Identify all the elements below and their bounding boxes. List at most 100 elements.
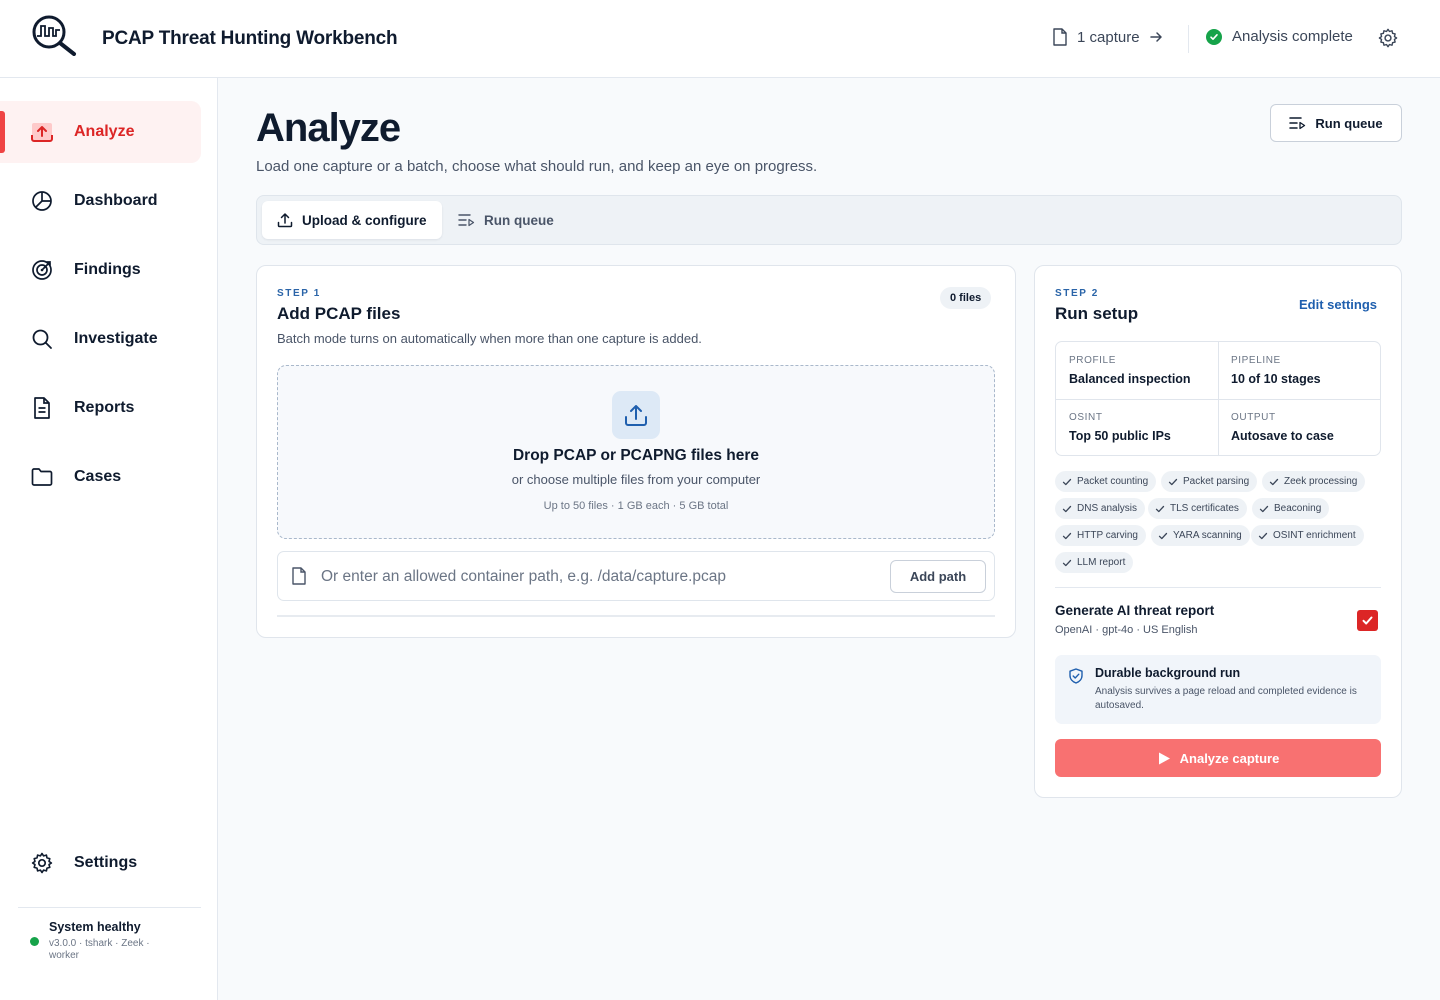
sidebar-divider: [18, 907, 201, 908]
check-icon: [1158, 532, 1168, 539]
step2-card: STEP 2 Run setup Edit settings PROFILE B…: [1034, 265, 1402, 798]
stage-chip-label: TLS certificates: [1170, 503, 1239, 514]
sidebar-item-label: Dashboard: [74, 192, 158, 209]
step1-title: Add PCAP files: [277, 304, 401, 323]
files-count-badge: 0 files: [940, 287, 992, 309]
sidebar-item-label: Investigate: [74, 330, 158, 347]
step1-label: STEP 1: [277, 288, 321, 299]
step1-card: STEP 1 Add PCAP files Batch mode turns o…: [256, 265, 1016, 638]
output-summary: OUTPUT Autosave to case: [1218, 399, 1380, 456]
stage-chip-label: HTTP carving: [1077, 530, 1138, 541]
target-icon: [30, 258, 54, 282]
sidebar-item-analyze[interactable]: Analyze: [0, 101, 201, 163]
sidebar-item-reports[interactable]: Reports: [0, 377, 201, 439]
sidebar-item-label: Findings: [74, 261, 141, 278]
file-icon: [291, 567, 309, 585]
check-icon: [1155, 505, 1165, 512]
summary-key: OUTPUT: [1231, 412, 1276, 423]
header-settings-gear-icon[interactable]: [1377, 27, 1399, 49]
summary-value: Autosave to case: [1231, 429, 1334, 443]
stage-chip-label: Packet counting: [1077, 476, 1149, 487]
durable-run-title: Durable background run: [1095, 666, 1241, 680]
sidebar-item-settings[interactable]: Settings: [0, 832, 201, 894]
gear-icon: [30, 851, 54, 875]
tab-run-queue[interactable]: Run queue: [443, 201, 569, 239]
ai-report-model-meta: OpenAI · gpt-4o · US English: [1055, 624, 1198, 636]
pipeline-stage-chip: Zeek processing: [1262, 471, 1366, 492]
run-queue-button[interactable]: Run queue: [1270, 104, 1402, 142]
capture-count-link[interactable]: 1 capture: [1052, 28, 1163, 46]
step1-subtitle: Batch mode turns on automatically when m…: [277, 331, 702, 346]
container-path-input[interactable]: [321, 564, 881, 589]
sidebar-item-investigate[interactable]: Investigate: [0, 308, 201, 370]
profile-summary: PROFILE Balanced inspection: [1056, 342, 1218, 399]
queue-list-icon: [1289, 116, 1306, 130]
stage-chip-label: YARA scanning: [1173, 530, 1242, 541]
analysis-status-text: Analysis complete: [1232, 28, 1353, 45]
stage-chip-label: Beaconing: [1274, 503, 1322, 514]
pipeline-stage-chip: Beaconing: [1252, 498, 1330, 519]
tab-upload-configure[interactable]: Upload & configure: [262, 201, 442, 239]
step2-title: Run setup: [1055, 304, 1139, 323]
sidebar-item-label: Cases: [74, 468, 122, 485]
run-queue-button-label: Run queue: [1315, 115, 1383, 131]
summary-key: PROFILE: [1069, 355, 1116, 366]
sidebar-item-dashboard[interactable]: Dashboard: [0, 170, 201, 232]
step2-label: STEP 2: [1055, 288, 1099, 299]
summary-value: Top 50 public IPs: [1069, 429, 1171, 443]
step1-divider: [277, 615, 995, 617]
stage-chip-label: OSINT enrichment: [1273, 530, 1356, 541]
durable-run-text: Analysis survives a page reload and comp…: [1095, 686, 1357, 711]
sidebar-item-cases[interactable]: Cases: [0, 446, 201, 508]
run-setup-summary: PROFILE Balanced inspection PIPELINE 10 …: [1055, 341, 1381, 456]
sidebar-item-findings[interactable]: Findings: [0, 239, 201, 301]
ai-report-checkbox[interactable]: [1357, 610, 1378, 631]
check-icon: [1062, 478, 1072, 485]
edit-settings-link[interactable]: Edit settings: [1299, 297, 1377, 312]
summary-value: 10 of 10 stages: [1231, 372, 1321, 386]
file-dropzone[interactable]: Drop PCAP or PCAPNG files here or choose…: [277, 365, 995, 539]
stage-chip-label: DNS analysis: [1077, 503, 1138, 514]
folder-icon: [30, 465, 54, 489]
capture-count: 1 capture: [1077, 28, 1140, 46]
pipeline-stage-chip: DNS analysis: [1055, 498, 1146, 519]
tab-label: Upload & configure: [302, 212, 427, 228]
pipeline-stage-chip: Packet counting: [1055, 471, 1157, 492]
tab-bar: Upload & configure Run queue: [256, 195, 1402, 245]
app-header: PCAP Threat Hunting Workbench 1 capture …: [0, 0, 1440, 78]
container-path-row: Add path: [277, 551, 995, 601]
analyze-capture-button[interactable]: Analyze capture: [1055, 739, 1381, 777]
upload-icon: [30, 120, 54, 144]
app-title: PCAP Threat Hunting Workbench: [102, 28, 398, 49]
ai-report-title: Generate AI threat report: [1055, 603, 1215, 618]
pipeline-summary: PIPELINE 10 of 10 stages: [1218, 342, 1380, 399]
pipeline-stage-chip: LLM report: [1055, 552, 1134, 573]
system-status-dot: [30, 937, 39, 946]
pipeline-stage-chip: TLS certificates: [1148, 498, 1247, 519]
grid-divider: [1056, 399, 1380, 400]
arrow-right-icon: [1149, 30, 1163, 44]
search-icon: [30, 327, 54, 351]
step2-divider: [1055, 587, 1381, 588]
summary-value: Balanced inspection: [1069, 372, 1191, 386]
upload-tray-icon: [612, 391, 660, 439]
durable-run-notice: Durable background run Analysis survives…: [1055, 655, 1381, 724]
logo-magnifier-icon: [30, 14, 78, 56]
system-version-meta: v3.0.0 · tshark · Zeek · worker: [49, 938, 150, 961]
page-title: Analyze: [256, 106, 401, 150]
pipeline-stage-chip: HTTP carving: [1055, 525, 1146, 546]
stage-chip-label: LLM report: [1077, 557, 1126, 568]
add-path-button[interactable]: Add path: [890, 560, 986, 593]
system-status-title: System healthy: [49, 920, 141, 934]
document-icon: [30, 396, 54, 420]
dropzone-title: Drop PCAP or PCAPNG files here: [512, 447, 760, 464]
sidebar: Analyze Dashboard Findings Investigate R…: [0, 78, 218, 1000]
pipeline-stage-chip: OSINT enrichment: [1251, 525, 1364, 546]
summary-key: OSINT: [1069, 412, 1103, 423]
page-subtitle: Load one capture or a batch, choose what…: [256, 158, 818, 175]
dropzone-browse-hint: or choose multiple files from your compu…: [511, 472, 761, 487]
dropzone-limits: Up to 50 files · 1 GB each · 5 GB total: [543, 500, 729, 512]
tab-label: Run queue: [484, 212, 554, 228]
sidebar-item-label: Analyze: [74, 123, 135, 140]
osint-summary: OSINT Top 50 public IPs: [1056, 399, 1218, 456]
